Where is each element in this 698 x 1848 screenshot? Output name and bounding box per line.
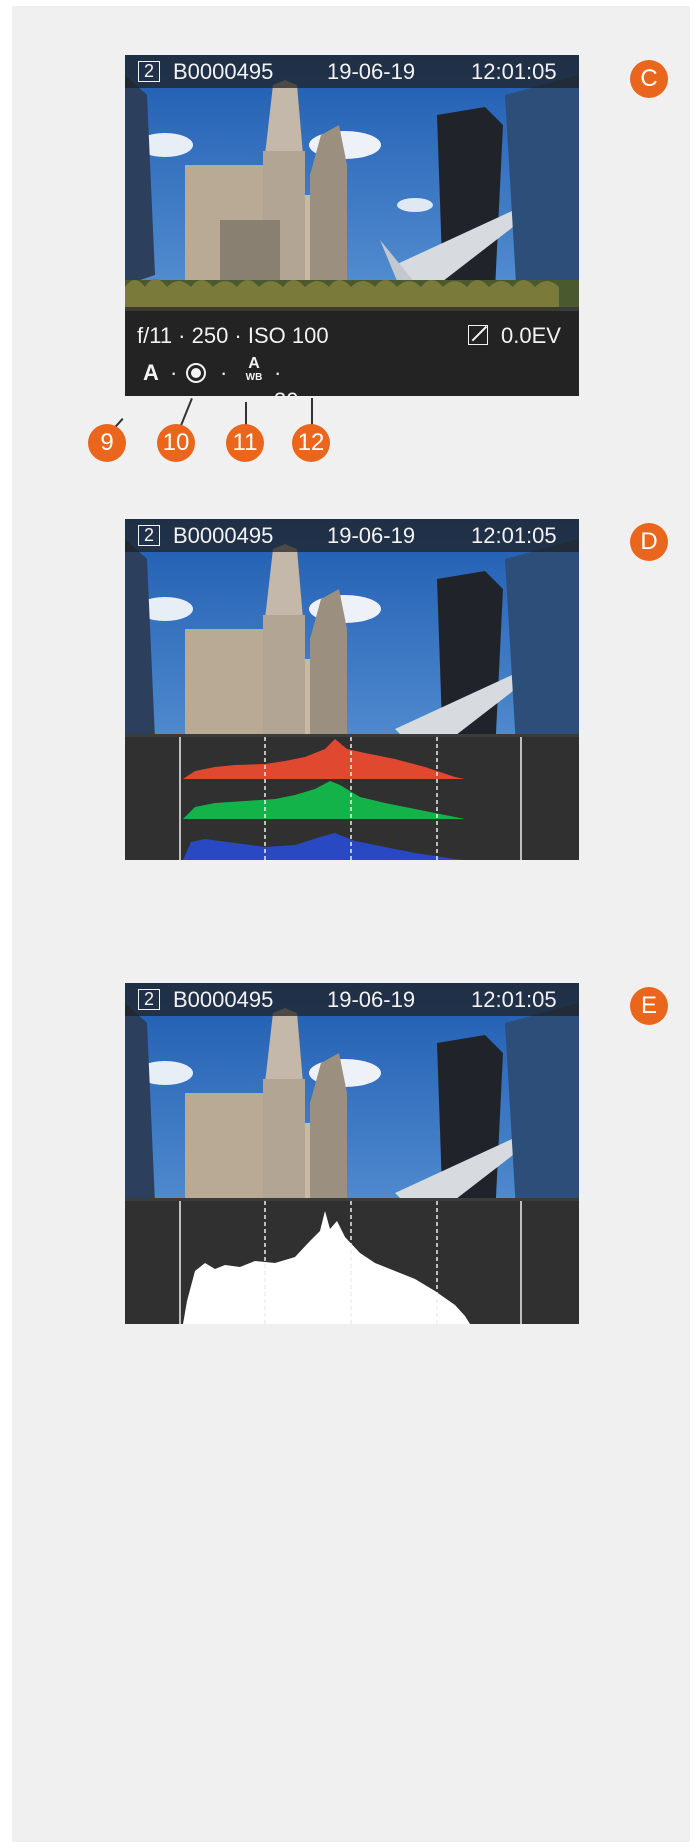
capture-date: 19-06-19 (327, 523, 416, 548)
separator: · (220, 360, 228, 385)
capture-time: 12:01:05 (471, 59, 557, 84)
callout-c: C (630, 60, 668, 98)
luminance-histogram (125, 1201, 579, 1324)
status-bar: 2 B0000495 19-06-19 12:01:05 (125, 983, 579, 1016)
exposure-mode: A (143, 360, 159, 385)
camera-screen-d: 2 B0000495 19-06-19 12:01:05 (125, 519, 579, 860)
callout-10: 10 (157, 424, 195, 462)
file-name: B0000495 (173, 987, 274, 1012)
card-slot-icon: 2 (138, 989, 160, 1010)
callout-11: 11 (226, 424, 264, 462)
focal-length: · 30 mm (274, 360, 298, 396)
callout-9: 9 (88, 424, 126, 462)
wb-label: WB (245, 372, 263, 383)
capture-date: 19-06-19 (327, 987, 416, 1012)
camera-screen-e: 2 B0000495 19-06-19 12:01:05 (125, 983, 579, 1324)
card-slot-icon: 2 (138, 61, 160, 82)
status-bar: 2 B0000495 19-06-19 12:01:05 (125, 519, 579, 552)
metering-icon (186, 363, 206, 383)
capture-time: 12:01:05 (471, 987, 557, 1012)
rgb-histogram (125, 737, 579, 860)
exposure-compensation-value: 0.0EV (501, 323, 561, 348)
file-name: B0000495 (173, 59, 274, 84)
status-bar: 2 B0000495 19-06-19 12:01:05 (125, 55, 579, 88)
exposure-info-bar: f/11 · 250 · ISO 100 0.0EV A · · A WB · … (125, 311, 579, 396)
callout-e: E (630, 987, 668, 1025)
exposure-settings: f/11 · 250 · ISO 100 (137, 323, 329, 348)
callout-d: D (630, 523, 668, 561)
wb-mode-letter: A (248, 355, 260, 372)
exposure-compensation-icon (468, 325, 488, 345)
file-name: B0000495 (173, 523, 274, 548)
white-balance-auto-icon: A WB (243, 355, 265, 387)
camera-screen-c: 2 B0000495 19-06-19 12:01:05 f/11 · 250 … (125, 55, 579, 396)
separator: · (170, 360, 178, 385)
callout-12: 12 (292, 424, 330, 462)
capture-time: 12:01:05 (471, 523, 557, 548)
capture-date: 19-06-19 (327, 59, 416, 84)
card-slot-icon: 2 (138, 525, 160, 546)
